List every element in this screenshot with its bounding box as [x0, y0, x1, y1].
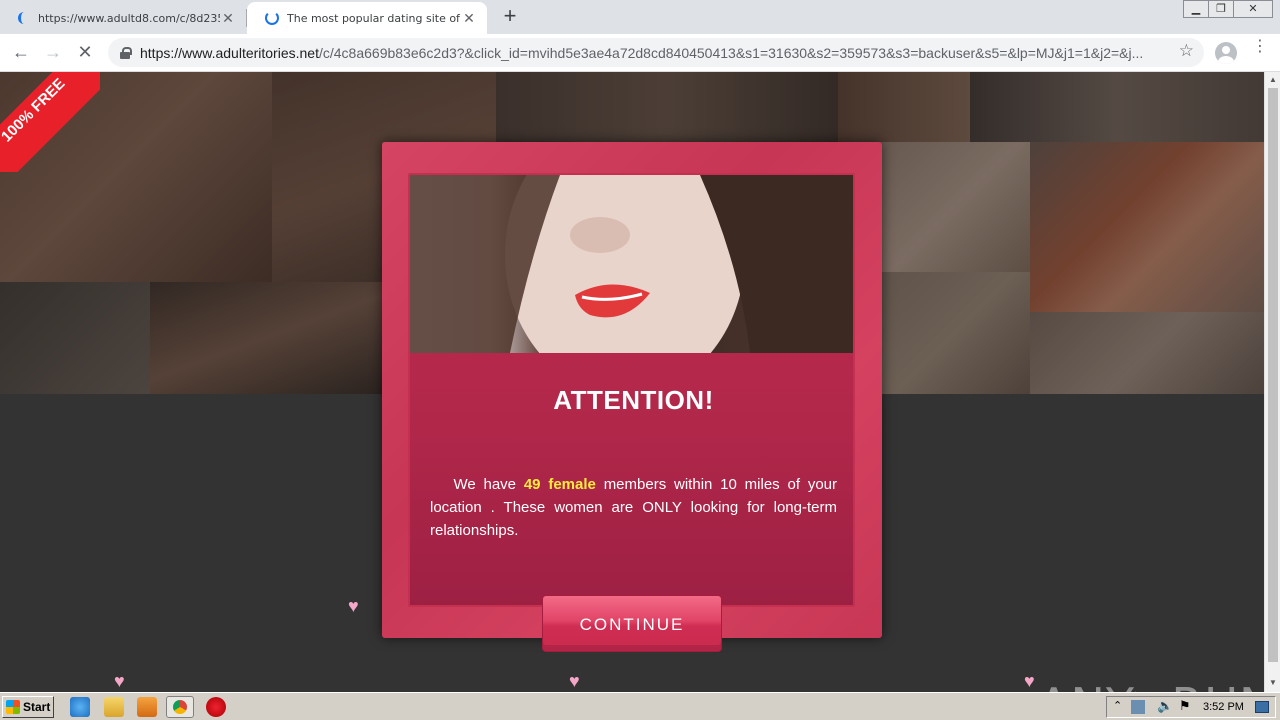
url-path: /c/4c8a669b83e6c2d3?&click_id=mvihd5e3ae…: [318, 44, 1144, 61]
internet-explorer-icon[interactable]: [70, 697, 90, 717]
browser-toolbar: ← → ✕ https://www.adulteritories.net/c/4…: [0, 34, 1280, 72]
hero-image: [410, 175, 853, 353]
start-label: Start: [23, 700, 51, 714]
tab-close-icon[interactable]: ✕: [461, 10, 477, 27]
bookmark-star-icon[interactable]: ☆: [1179, 41, 1194, 61]
scroll-up-arrow-icon[interactable]: ▲: [1269, 75, 1277, 84]
tab-title: The most popular dating site of this: [287, 11, 461, 25]
new-tab-button[interactable]: +: [498, 5, 522, 29]
volume-icon[interactable]: 🔈: [1157, 698, 1173, 714]
tab-title: https://www.adultd8.com/c/8d2358: [38, 11, 220, 25]
loading-favicon-icon: [18, 12, 30, 24]
loading-spinner-icon: [265, 11, 279, 25]
profile-avatar-icon[interactable]: [1215, 42, 1237, 64]
scrollbar-thumb[interactable]: [1268, 88, 1278, 662]
heart-icon: ♥: [569, 671, 580, 691]
tab-close-icon[interactable]: ✕: [220, 10, 236, 27]
message-text-start: We have: [453, 476, 524, 493]
stop-loading-button[interactable]: ✕: [73, 41, 97, 65]
modal-heading: ATTENTION!: [553, 385, 714, 415]
file-explorer-icon[interactable]: [104, 697, 124, 717]
heart-icon: ♥: [348, 596, 359, 616]
window-close-button[interactable]: ✕: [1233, 0, 1273, 18]
minimize-button[interactable]: ▁: [1183, 0, 1209, 18]
attention-modal: ATTENTION! We have 49 female members wit…: [382, 142, 882, 652]
tab-active[interactable]: The most popular dating site of this ✕: [247, 2, 487, 34]
show-desktop-icon[interactable]: [1255, 701, 1269, 713]
address-bar[interactable]: https://www.adulteritories.net/c/4c8a669…: [108, 38, 1204, 67]
modal-message: We have 49 female members within 10 mile…: [430, 473, 837, 542]
anyrun-watermark: ANY▷RUN: [1038, 678, 1264, 692]
url-host: https://www.adulteritories.net: [140, 44, 319, 61]
continue-button[interactable]: CONTINUE: [542, 595, 722, 652]
free-ribbon-label: 100% FREE: [0, 72, 100, 172]
chrome-icon: [173, 700, 187, 714]
windows-taskbar: Start ⌃ 🔈 ⚑ 3:52 PM: [0, 692, 1280, 720]
windows-logo-icon: [6, 700, 20, 714]
security-alert-icon[interactable]: [206, 697, 226, 717]
taskbar-clock[interactable]: 3:52 PM: [1203, 701, 1244, 713]
member-count-highlight: 49 female: [523, 476, 596, 493]
more-menu-icon[interactable]: ⋮: [1252, 39, 1268, 62]
restore-button[interactable]: ❐: [1208, 0, 1234, 18]
forward-button[interactable]: →: [41, 41, 65, 65]
network-icon[interactable]: [1131, 700, 1145, 714]
media-player-icon[interactable]: [137, 697, 157, 717]
heart-icon: ♥: [1024, 671, 1035, 691]
free-ribbon: 100% FREE: [0, 72, 100, 172]
web-page: 100% FREE ♥ ♥ ♥ ♥ ATTENTION! We have 49 …: [0, 72, 1264, 692]
tray-expand-icon[interactable]: ⌃: [1113, 699, 1122, 712]
modal-content-panel: ATTENTION! We have 49 female members wit…: [408, 173, 855, 607]
hero-face-illustration: [410, 175, 853, 353]
back-button[interactable]: ←: [9, 41, 33, 65]
action-center-flag-icon[interactable]: ⚑: [1179, 698, 1191, 714]
page-scrollbar[interactable]: ▲ ▼: [1264, 72, 1280, 692]
lock-icon[interactable]: [120, 46, 132, 59]
chrome-taskbar-button[interactable]: [166, 696, 194, 718]
system-tray: ⌃ 🔈 ⚑: [1106, 696, 1276, 718]
url-text[interactable]: https://www.adulteritories.net/c/4c8a669…: [140, 45, 1150, 61]
heart-icon: ♥: [114, 671, 125, 691]
tab-strip: https://www.adultd8.com/c/8d2358 ✕ The m…: [0, 0, 1280, 34]
start-button[interactable]: Start: [2, 696, 54, 718]
scroll-down-arrow-icon[interactable]: ▼: [1269, 678, 1277, 687]
tab-inactive[interactable]: https://www.adultd8.com/c/8d2358 ✕: [0, 2, 246, 34]
